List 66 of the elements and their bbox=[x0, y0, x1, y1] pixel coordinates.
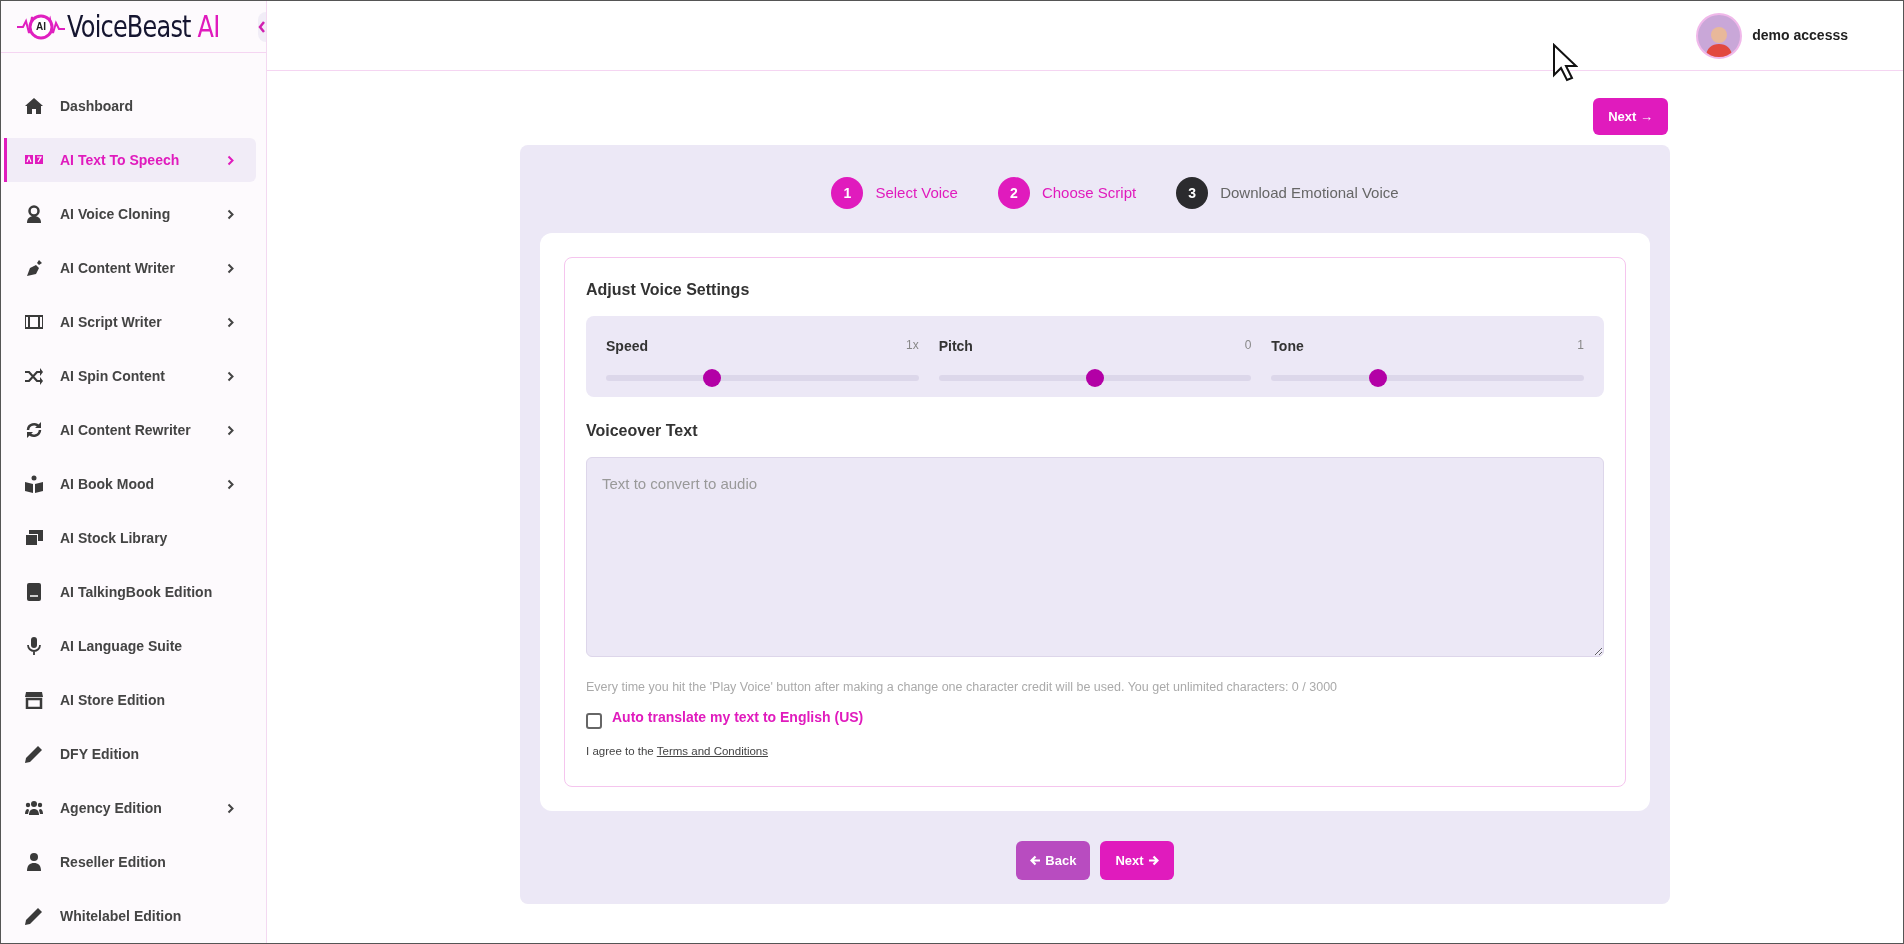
arrow-right-icon bbox=[1147, 855, 1159, 866]
step-number: 2 bbox=[997, 177, 1030, 209]
home-icon bbox=[25, 97, 43, 115]
section-title: Voiceover Text bbox=[586, 421, 699, 441]
book-icon bbox=[25, 583, 43, 601]
sidebar-item[interactable]: Whitelabel Edition bbox=[4, 894, 256, 938]
arrow-left-icon bbox=[1030, 855, 1042, 866]
slider[interactable] bbox=[606, 369, 919, 387]
chevron-left-icon bbox=[257, 20, 266, 33]
slider[interactable] bbox=[938, 369, 1252, 387]
next-button[interactable]: Next → bbox=[1593, 98, 1668, 135]
checkbox[interactable] bbox=[586, 712, 602, 729]
film-icon bbox=[25, 313, 43, 331]
store-icon bbox=[25, 691, 43, 709]
sidebar-item[interactable]: AI Spin Content bbox=[4, 354, 256, 398]
refresh-icon bbox=[25, 421, 43, 439]
step-label: Choose Script bbox=[1041, 182, 1137, 203]
sidebar-item[interactable]: DFY Edition bbox=[4, 732, 256, 776]
agree-text: I agree to the Terms and Conditions bbox=[586, 743, 769, 759]
pen-nib-icon bbox=[25, 259, 43, 277]
auto-translate-label[interactable]: Auto translate my text to English (US) bbox=[612, 707, 864, 729]
step-label: Select Voice bbox=[875, 182, 958, 203]
microphone-icon bbox=[25, 637, 43, 655]
sidebar-item[interactable]: AI Book Mood bbox=[4, 462, 256, 506]
slider-value: 1 bbox=[1577, 337, 1584, 354]
sidebar-item[interactable]: AI Stock Library bbox=[4, 516, 256, 560]
slider-thumb[interactable] bbox=[1086, 369, 1104, 387]
next-button[interactable]: Next bbox=[1100, 841, 1174, 880]
users-icon bbox=[25, 799, 43, 817]
slider-thumb[interactable] bbox=[1368, 369, 1387, 387]
terms-link[interactable]: Terms and Conditions bbox=[656, 744, 768, 757]
user-name[interactable]: demo accesss bbox=[1752, 25, 1848, 46]
sidebar-item[interactable]: Dashboard bbox=[4, 84, 256, 128]
mouse-cursor-icon bbox=[1552, 43, 1578, 83]
sidebar-item[interactable]: AI Content Writer bbox=[4, 246, 256, 290]
person-icon bbox=[25, 205, 43, 223]
slider-label: Pitch bbox=[938, 337, 973, 356]
slider-value: 1x bbox=[905, 337, 919, 354]
logo-text: VoiceBeast AI bbox=[67, 11, 220, 42]
slider-label: Tone bbox=[1271, 337, 1304, 356]
voiceover-text-field[interactable]: Text to convert to audio bbox=[586, 457, 1604, 657]
back-button[interactable]: Back bbox=[1016, 841, 1091, 880]
collapse-button[interactable] bbox=[257, 11, 266, 42]
step-label: Download Emotional Voice bbox=[1220, 182, 1399, 203]
hint-text: Every time you hit the 'Play Voice' button after making a change one character credit will be used. You get unlimited characters: 0 / 3000 bbox=[586, 679, 1339, 696]
sidebar-item[interactable]: AI Store Edition bbox=[4, 678, 256, 722]
step-number: 3 bbox=[1176, 177, 1209, 209]
shuffle-icon bbox=[25, 367, 43, 385]
sidebar-item[interactable]: Reseller Edition bbox=[4, 840, 256, 884]
logo-badge-text: AI bbox=[36, 20, 46, 34]
sidebar-item[interactable]: Agency Edition bbox=[4, 786, 256, 830]
sidebar-item[interactable]: AI Text To Speech bbox=[4, 138, 256, 182]
sidebar-item[interactable]: AI Content Rewriter bbox=[4, 408, 256, 452]
step-number: 1 bbox=[831, 177, 864, 209]
slider-label: Speed bbox=[606, 337, 648, 356]
section-title: Adjust Voice Settings bbox=[586, 280, 751, 300]
sidebar-item[interactable]: AI Script Writer bbox=[4, 300, 256, 344]
sidebar-item[interactable]: AI TalkingBook Edition bbox=[4, 570, 256, 614]
slider[interactable] bbox=[1271, 369, 1584, 387]
sidebar-item[interactable]: AI Voice Cloning bbox=[4, 192, 256, 236]
sidebar-item[interactable]: AI Language Suite bbox=[4, 624, 256, 668]
book-reader-icon bbox=[25, 475, 43, 493]
slider-value: 0 bbox=[1244, 337, 1252, 354]
pencil-icon bbox=[25, 907, 43, 925]
slider-thumb[interactable] bbox=[703, 369, 722, 387]
pencil-icon bbox=[25, 745, 43, 763]
